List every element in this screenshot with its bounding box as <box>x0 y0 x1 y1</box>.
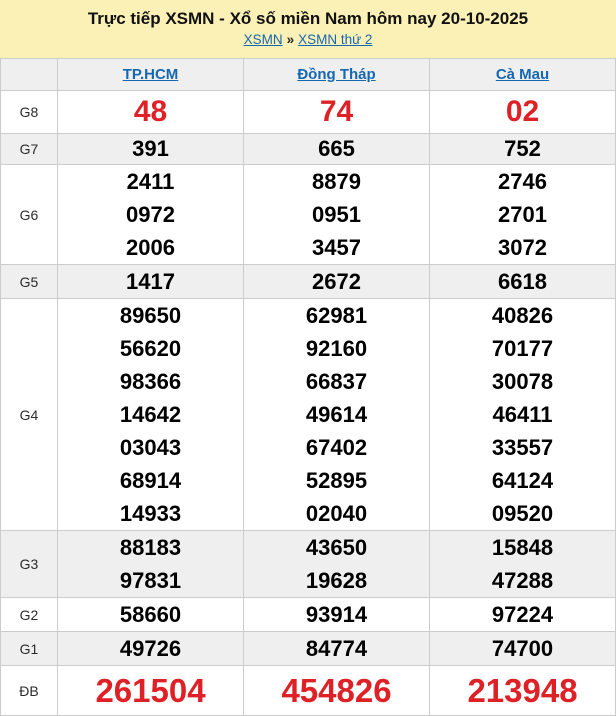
prize-number: 98366 <box>119 369 182 394</box>
prize-label-g4: G4 <box>0 298 58 531</box>
prize-number: 2746 <box>498 169 547 194</box>
prize-number: 14933 <box>119 501 182 526</box>
prize-number: 88183 <box>119 535 182 560</box>
province-link-tphcm[interactable]: TP.HCM <box>123 66 179 83</box>
prize-number: 33557 <box>491 435 554 460</box>
table-row: G1 49726 84774 74700 <box>0 631 616 666</box>
prize-label-g7: G7 <box>0 133 58 165</box>
breadcrumb: XSMN» XSMN thứ 2 <box>0 32 616 47</box>
prize-number: 665 <box>318 136 355 161</box>
prize-number: 30078 <box>491 369 554 394</box>
prize-number: 64124 <box>491 468 554 493</box>
prize-label-g8: G8 <box>0 90 58 134</box>
prize-number: 09520 <box>491 501 554 526</box>
page-header: Trực tiếp XSMN - Xổ số miền Nam hôm nay … <box>0 0 616 58</box>
column-header-dong-thap: Đồng Tháp <box>243 58 430 91</box>
prize-number: 43650 <box>305 535 368 560</box>
prize-number: 68914 <box>119 468 182 493</box>
prize-number: 56620 <box>119 336 182 361</box>
table-row: G7 391 665 752 <box>0 133 616 165</box>
prize-number: 03043 <box>119 435 182 460</box>
prize-number: 84774 <box>305 636 368 661</box>
table-row: ĐB 261504 454826 213948 <box>0 665 616 716</box>
prize-number: 0951 <box>312 202 361 227</box>
prize-number: 49614 <box>305 402 368 427</box>
prize-number: 14642 <box>119 402 182 427</box>
prize-number: 0972 <box>126 202 175 227</box>
prize-number: 8879 <box>312 169 361 194</box>
breadcrumb-link-xsmn[interactable]: XSMN <box>244 32 283 47</box>
table-header-row: TP.HCM Đồng Tháp Cà Mau <box>0 58 616 91</box>
prize-number: 752 <box>504 136 541 161</box>
prize-number: 97224 <box>491 602 554 627</box>
prize-number: 92160 <box>305 336 368 361</box>
prize-number: 46411 <box>492 402 553 427</box>
prize-number: 93914 <box>305 602 368 627</box>
prize-number: 1417 <box>126 269 175 294</box>
prize-number: 62981 <box>305 303 368 328</box>
table-row: G6 2411 0972 2006 8879 0951 3457 2746 27… <box>0 164 616 265</box>
prize-number: 15848 <box>491 535 554 560</box>
prize-label-g6: G6 <box>0 164 58 265</box>
column-header-tphcm: TP.HCM <box>57 58 244 91</box>
breadcrumb-separator: » <box>286 32 295 47</box>
prize-number: 6618 <box>498 269 547 294</box>
page-title: Trực tiếp XSMN - Xổ số miền Nam hôm nay … <box>87 9 529 28</box>
prize-label-g3: G3 <box>0 530 58 598</box>
prize-label-db: ĐB <box>0 665 58 716</box>
prize-number: 40826 <box>491 303 554 328</box>
prize-number: 2006 <box>126 235 175 260</box>
prize-number: 2672 <box>312 269 361 294</box>
province-link-ca-mau[interactable]: Cà Mau <box>496 66 549 83</box>
table-row: G8 48 74 02 <box>0 90 616 134</box>
prize-number: 97831 <box>119 568 182 593</box>
results-table: TP.HCM Đồng Tháp Cà Mau G8 48 74 02 G7 3… <box>0 58 616 716</box>
prize-number: 49726 <box>119 636 182 661</box>
province-link-dong-thap[interactable]: Đồng Tháp <box>297 66 375 83</box>
prize-label-g5: G5 <box>0 264 58 299</box>
prize-label-g1: G1 <box>0 631 58 666</box>
table-row: G2 58660 93914 97224 <box>0 597 616 632</box>
prize-number: 2411 <box>126 169 175 194</box>
prize-number: 3072 <box>498 235 547 260</box>
prize-number: 02 <box>505 95 540 128</box>
prize-number: 47288 <box>491 568 554 593</box>
prize-number: 66837 <box>305 369 368 394</box>
column-header-ca-mau: Cà Mau <box>429 58 616 91</box>
prize-number: 70177 <box>491 336 554 361</box>
prize-number: 74700 <box>491 636 554 661</box>
prize-number: 52895 <box>305 468 368 493</box>
prize-label-g2: G2 <box>0 597 58 632</box>
prize-number: 67402 <box>305 435 368 460</box>
prize-number: 391 <box>132 136 169 161</box>
prize-number: 02040 <box>305 501 368 526</box>
breadcrumb-link-xsmn-thu-2[interactable]: XSMN thứ 2 <box>298 32 372 47</box>
prize-number: 89650 <box>119 303 182 328</box>
table-row: G5 1417 2672 6618 <box>0 264 616 299</box>
table-row: G4 89650 56620 98366 14642 03043 68914 1… <box>0 298 616 531</box>
table-row: G3 88183 97831 43650 19628 15848 47288 <box>0 530 616 598</box>
prize-number: 3457 <box>312 235 361 260</box>
prize-number: 19628 <box>305 568 368 593</box>
prize-number: 74 <box>319 95 354 128</box>
prize-number: 58660 <box>119 602 182 627</box>
prize-number: 2701 <box>498 202 547 227</box>
prize-number: 48 <box>133 95 168 128</box>
corner-cell <box>0 58 58 91</box>
